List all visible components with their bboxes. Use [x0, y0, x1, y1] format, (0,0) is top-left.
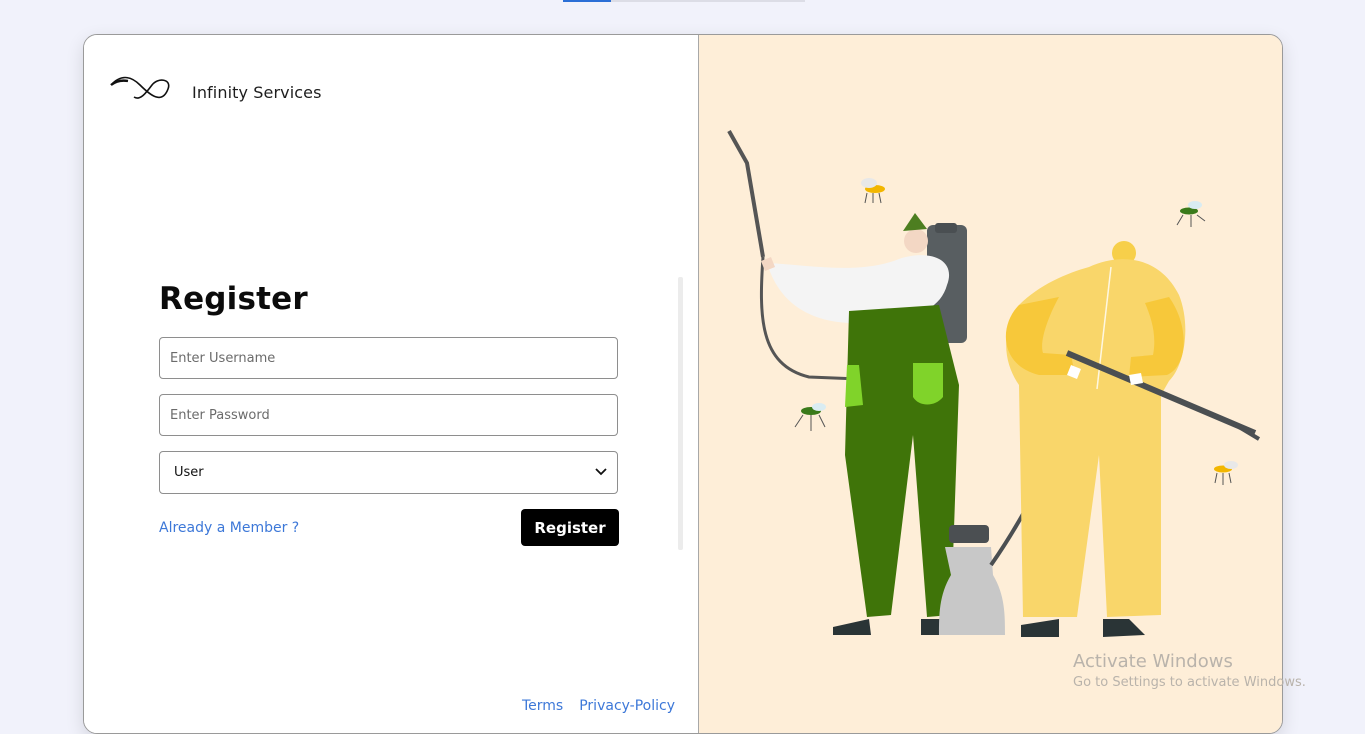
form-actions: Already a Member ? Register	[159, 509, 619, 546]
mosquito-icon	[1176, 201, 1206, 227]
windows-activation-watermark: Activate Windows Go to Settings to activ…	[1073, 651, 1306, 690]
role-select[interactable]: User	[159, 451, 618, 494]
privacy-policy-link[interactable]: Privacy-Policy	[579, 698, 675, 714]
role-select-value: User	[174, 465, 204, 480]
password-input[interactable]	[159, 394, 618, 436]
page-title: Register	[159, 281, 308, 317]
footer-links: Terms Privacy-Policy	[522, 698, 675, 714]
register-card: Infinity Services Register User Already …	[83, 34, 1283, 734]
register-button[interactable]: Register	[521, 509, 619, 546]
terms-link[interactable]: Terms	[522, 698, 563, 714]
pest-control-illustration	[727, 130, 1261, 637]
infinity-logo-icon	[110, 75, 172, 109]
mosquito-icon	[1214, 461, 1238, 485]
page-loading-progress	[563, 0, 805, 2]
brand: Infinity Services	[110, 75, 322, 109]
scrollbar[interactable]	[678, 277, 683, 550]
username-input[interactable]	[159, 337, 618, 379]
chevron-down-icon	[595, 465, 607, 480]
form-panel: Infinity Services Register User Already …	[84, 35, 699, 733]
page-loading-progress-fill	[563, 0, 611, 2]
mosquito-icon	[861, 178, 885, 204]
watermark-title: Activate Windows	[1073, 651, 1233, 672]
brand-name: Infinity Services	[192, 82, 322, 102]
already-member-link[interactable]: Already a Member ?	[159, 520, 299, 536]
illustration-panel	[699, 35, 1282, 733]
watermark-subtitle: Go to Settings to activate Windows.	[1073, 675, 1306, 690]
mosquito-icon	[794, 403, 826, 431]
register-form: Register User Already a Member ? Registe…	[159, 281, 619, 546]
